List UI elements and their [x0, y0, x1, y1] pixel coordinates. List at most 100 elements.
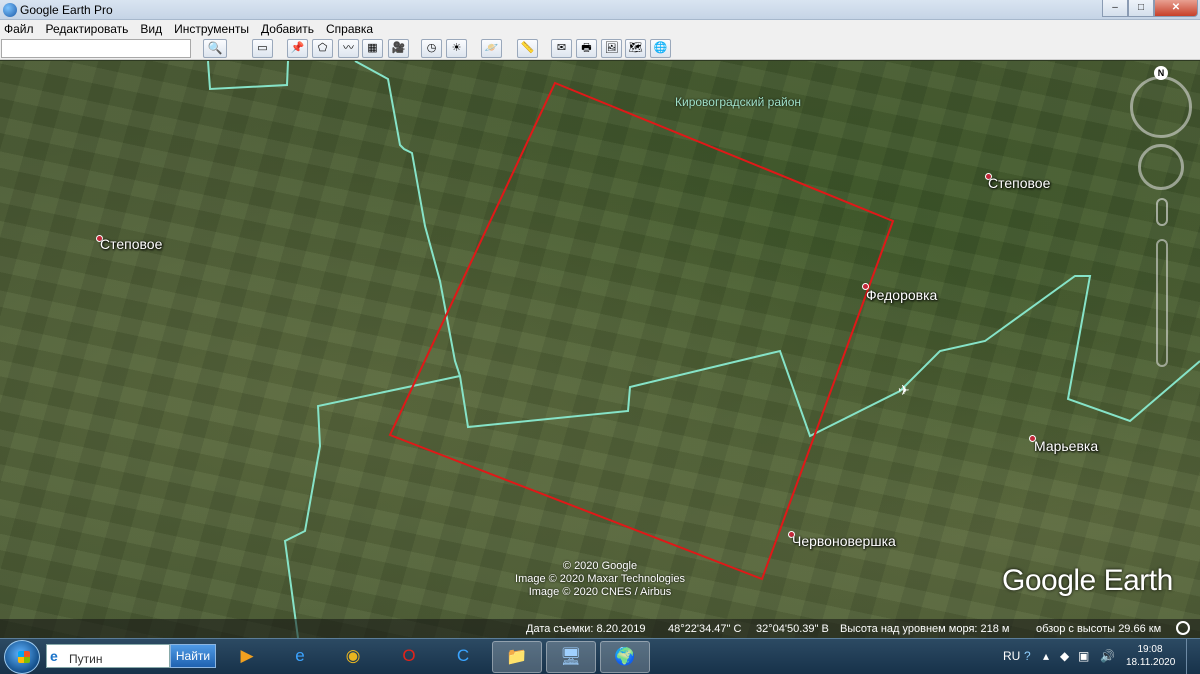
ie-search-icon: e: [50, 648, 58, 664]
add-placemark-button[interactable]: 📌: [287, 39, 308, 58]
ruler-icon: 📏: [520, 42, 535, 54]
add-overlay-button[interactable]: ▦: [362, 39, 383, 58]
credit-line: Image © 2020 CNES / Airbus: [528, 586, 672, 598]
google-earth-pro-icon: 🌍: [614, 647, 636, 666]
view-in-maps-icon: 🗺: [628, 42, 643, 54]
historical-imagery-button[interactable]: ◷: [421, 39, 442, 58]
place-stepovoe-east[interactable]: Степовое: [988, 175, 1050, 191]
email-button[interactable]: ✉: [551, 39, 572, 58]
historical-imagery-icon: ◷: [426, 42, 437, 54]
internet-explorer-taskbar-button[interactable]: e: [275, 641, 325, 673]
clock-date: 18.11.2020: [1126, 657, 1176, 668]
remote-desktop-taskbar-button[interactable]: 🖥: [546, 641, 596, 673]
place-maryevka[interactable]: Марьевка: [1034, 438, 1098, 454]
toolbar: 🔍 ▭ 📌 ⬠ 〰 ▦ 🎥 ◷ ☀ 🪐 📏 ✉ 🖶 🖼 🗺 🌐: [0, 38, 1200, 60]
start-button[interactable]: [4, 640, 40, 674]
minimize-button[interactable]: –: [1102, 0, 1128, 17]
menu-view[interactable]: Вид: [140, 22, 162, 36]
print-icon: 🖶: [581, 42, 592, 54]
menu-edit[interactable]: Редактировать: [46, 22, 129, 36]
street-view-pegman-icon[interactable]: [1156, 198, 1168, 226]
earth-button[interactable]: 🌐: [650, 39, 671, 58]
tray-expand-icon[interactable]: ▴: [1043, 649, 1049, 663]
show-desktop-button[interactable]: [1186, 639, 1200, 674]
email-icon: ✉: [556, 42, 567, 54]
admin-border: [283, 375, 461, 638]
window-controls: – □ ✕: [1102, 0, 1198, 18]
ccleaner-icon: C: [456, 646, 470, 665]
close-button[interactable]: ✕: [1154, 0, 1198, 17]
file-explorer-icon: 📁: [506, 647, 528, 666]
print-button[interactable]: 🖶: [576, 39, 597, 58]
media-player-taskbar-button[interactable]: ▶: [222, 641, 272, 673]
google-earth-pro-taskbar-button[interactable]: 🌍: [600, 641, 650, 673]
compass-north-button[interactable]: N: [1154, 66, 1168, 80]
view-in-maps-button[interactable]: 🗺: [625, 39, 646, 58]
add-path-button[interactable]: 〰: [338, 39, 359, 58]
ccleaner-taskbar-button[interactable]: C: [438, 641, 488, 673]
place-chervonovershka[interactable]: Червоновершка: [792, 533, 896, 549]
taskbar: e Найти ▶ e ◉ O C 📁 🖥 🌍 RU ? ▴ ◆ ▣ 🔊 19:08 18.1…: [0, 638, 1200, 674]
map-overlays: ✈: [207, 61, 1200, 638]
chrome-icon: ◉: [345, 646, 361, 665]
add-polygon-icon: ⬠: [317, 42, 328, 54]
volume-icon[interactable]: 🔊: [1100, 649, 1115, 663]
record-tour-button[interactable]: 🎥: [388, 39, 409, 58]
map-view[interactable]: ✈ Кировоградский район Степовое Степовое…: [0, 61, 1200, 638]
maximize-button[interactable]: □: [1128, 0, 1154, 17]
language-indicator[interactable]: RU: [1003, 649, 1020, 663]
red-polygon: [388, 81, 895, 581]
taskbar-search-input[interactable]: [46, 644, 170, 668]
tray-app-icon[interactable]: ◆: [1060, 649, 1069, 663]
media-player-icon: ▶: [240, 646, 254, 665]
planets-button[interactable]: 🪐: [481, 39, 502, 58]
help-icon[interactable]: ?: [1024, 649, 1031, 663]
sunlight-button[interactable]: ☀: [446, 39, 467, 58]
opera-icon: O: [402, 646, 416, 665]
save-image-icon: 🖼: [604, 42, 619, 54]
look-joystick[interactable]: [1130, 76, 1192, 138]
earth-icon: 🌐: [653, 42, 668, 54]
zoom-slider[interactable]: [1156, 239, 1168, 367]
menu-help[interactable]: Справка: [326, 22, 373, 36]
menu-bar: Файл Редактировать Вид Инструменты Добав…: [0, 20, 1200, 38]
menu-tools[interactable]: Инструменты: [174, 22, 249, 36]
credit-line: © 2020 Google: [562, 560, 638, 572]
windows-logo-icon: [18, 651, 30, 663]
internet-explorer-icon: e: [295, 646, 305, 665]
status-bar: Дата съемки: 8.20.2019 48°22'34.47" С 32…: [0, 619, 1200, 638]
search-button[interactable]: 🔍: [203, 39, 227, 58]
ruler-button[interactable]: 📏: [517, 39, 538, 58]
imagery-date: Дата съемки: 8.20.2019: [526, 623, 646, 635]
file-explorer-taskbar-button[interactable]: 📁: [492, 641, 542, 673]
elevation: Высота над уровнем моря: 218 м: [840, 623, 1010, 635]
network-icon[interactable]: ▣: [1078, 649, 1089, 663]
clock[interactable]: 19:08 18.11.2020: [1126, 643, 1176, 669]
opera-taskbar-button[interactable]: O: [384, 641, 434, 673]
planets-icon: 🪐: [484, 42, 499, 54]
eye-altitude: обзор с высоты 29.66 км: [1036, 623, 1162, 635]
imagery-credits: © 2020 Google Image © 2020 Maxar Technol…: [500, 560, 700, 599]
search-input[interactable]: [1, 39, 191, 58]
menu-file[interactable]: Файл: [4, 22, 34, 36]
credit-line: Image © 2020 Maxar Technologies: [515, 573, 685, 585]
add-overlay-icon: ▦: [367, 42, 378, 54]
sidebar-icon: ▭: [257, 42, 268, 54]
region-label: Кировоградский район: [675, 95, 802, 109]
add-polygon-button[interactable]: ⬠: [312, 39, 333, 58]
remote-desktop-icon: 🖥: [560, 647, 582, 666]
place-fedorovka[interactable]: Федоровка: [866, 287, 937, 303]
admin-border: [207, 61, 289, 91]
chrome-taskbar-button[interactable]: ◉: [328, 641, 378, 673]
sidebar-button[interactable]: ▭: [252, 39, 273, 58]
place-stepovoe-west[interactable]: Степовое: [100, 236, 162, 252]
menu-add[interactable]: Добавить: [261, 22, 314, 36]
google-earth-icon: [3, 3, 17, 17]
streaming-indicator-icon: [1176, 621, 1190, 635]
longitude: 32°04'50.39" В: [756, 623, 829, 635]
taskbar-search-button[interactable]: Найти: [170, 644, 216, 668]
move-joystick[interactable]: [1138, 144, 1184, 190]
airport-icon: ✈: [898, 383, 910, 399]
save-image-button[interactable]: 🖼: [601, 39, 622, 58]
sunlight-icon: ☀: [451, 42, 462, 54]
